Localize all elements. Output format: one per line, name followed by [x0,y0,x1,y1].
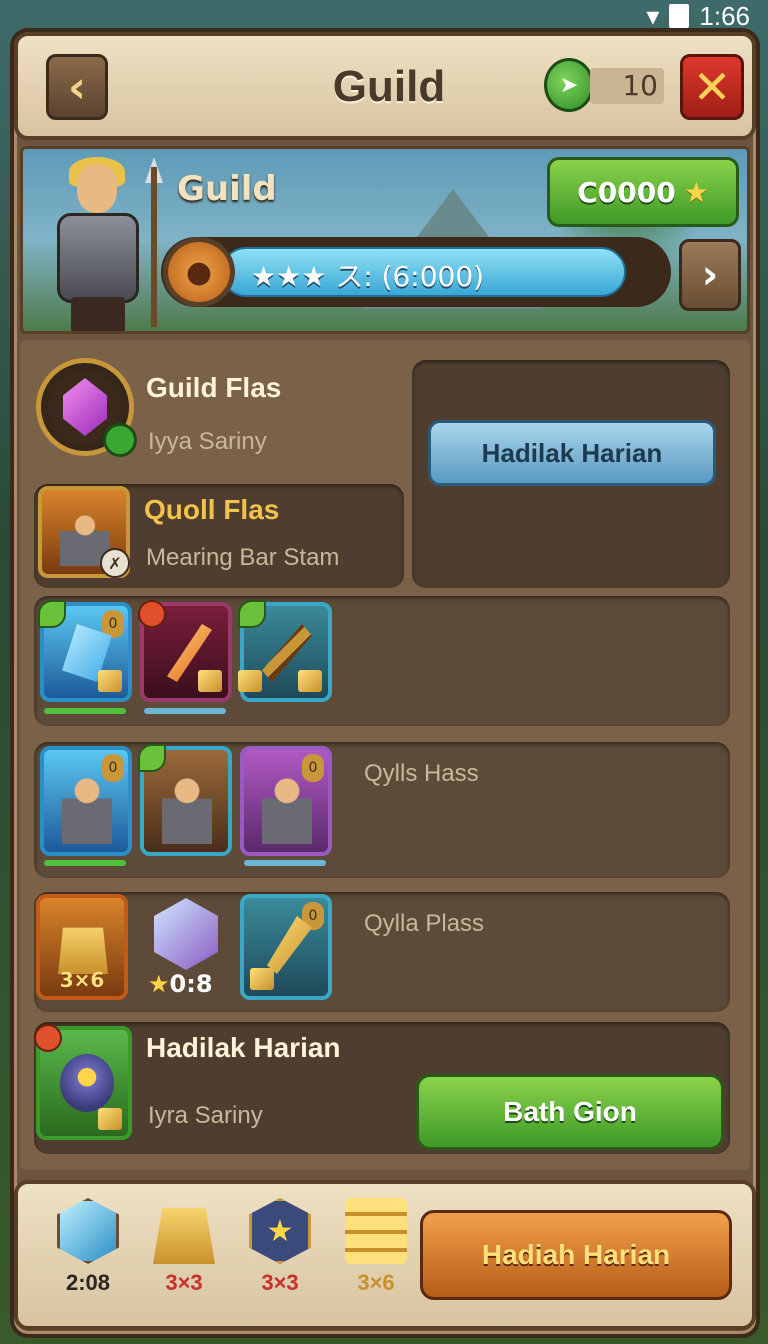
crystal-reward[interactable]: ★0:8 [148,898,224,998]
guild-gem-badge [36,358,137,457]
reward-crystal-label: 2:08 [65,1270,111,1295]
coin-amount: C0000 [577,175,676,209]
hero-card-knight[interactable]: 0 [40,746,132,856]
star-icon: ★ [683,175,709,209]
leaf-icon [238,600,266,628]
reward-crystal[interactable]: 2:08 [48,1198,128,1318]
crossed-swords-icon: ✗ [100,548,130,578]
guild-content: Guild Flas Iyya Sariny Hadilak Harian ✗ … [20,340,750,1170]
claim-daily-button[interactable]: Hadiah Harian [420,1210,732,1300]
member-row[interactable]: ✗ Quoll Flas Mearing Bar Stam [34,484,404,588]
item-row-2-label: Qylls Hass [364,760,479,787]
gold-bars-card[interactable]: 3×6 [36,894,128,1000]
guild-row-title: Guild Flas [146,372,282,403]
reward-gold-stack-label: 3×6 [357,1270,395,1295]
rainbow-crystal-icon [154,898,218,970]
leaf-icon [38,600,66,628]
gold-bars-qty: 3×6 [59,968,105,992]
star-icon: ★ [148,970,170,998]
reward-star-shield[interactable]: ★ 3×3 [240,1198,320,1318]
progress-label: ★★★ ス: (6:000) [251,260,485,293]
daily-panel: Hadilak Harian [412,360,730,588]
item-row-3-label: Qylla Plass [364,910,485,937]
ticket-counter[interactable]: ➤ 10 [544,58,664,112]
item-card-crystal[interactable]: 0 [38,600,132,702]
member-subtitle: Mearing Bar Stam [146,544,340,571]
close-button[interactable]: ✕ [680,54,744,120]
fire-icon [34,1024,62,1052]
quest-subtitle: Iyra Sariny [148,1102,263,1129]
gold-cube-icon [98,1108,122,1130]
close-icon: ✕ [692,60,732,114]
hero-portrait [33,157,163,331]
crystal-value: 0:8 [169,970,213,998]
coin-button[interactable]: C0000 ★ [547,157,739,227]
item-card-shard[interactable] [138,600,232,702]
guild-info-row: Guild Flas Iyya Sariny [34,358,414,468]
gold-cube-icon [98,670,122,692]
gold-bars-icon [58,927,108,974]
gold-cube-icon [250,968,274,990]
wifi-icon: ▾ [646,0,660,31]
hero-card-paladin[interactable]: 0 [240,746,332,856]
guild-row-subtitle: Iyya Sariny [148,428,267,455]
star-shield-icon: ★ [249,1198,311,1264]
gold-cube-icon [298,670,322,692]
ticket-count: 10 [590,68,664,104]
member-avatar: ✗ [38,486,130,578]
quest-action-button[interactable]: Bath Gion [416,1074,724,1150]
ticket-icon: ➤ [544,58,594,112]
guild-banner: Guild C0000 ★ ● ★★★ ス: (6:000) › [20,146,750,334]
scepter-card[interactable]: 0 [240,894,332,1000]
next-button[interactable]: › [679,239,741,311]
hero-card-warrior[interactable] [138,744,232,856]
item-row-2: 0 0 Qylls Hass [34,742,730,878]
guild-emblem-icon: ● [163,237,235,307]
reward-gold-bars-label: 3×3 [165,1270,203,1295]
fire-icon [138,600,166,628]
knight-portrait-icon [62,768,112,844]
reward-gold-stack[interactable]: 3×6 [336,1198,416,1318]
quest-row: Hadilak Harian Iyra Sariny Bath Gion [34,1022,730,1154]
gold-scepter-icon [267,916,312,974]
item-row-1: 0 [34,596,730,726]
blue-crystal-icon [57,1198,119,1264]
banner-guild-name: Guild [177,169,277,209]
reward-star-shield-label: 3×3 [261,1270,299,1295]
battery-icon [669,4,690,28]
chevron-right-icon: › [701,252,719,298]
warrior-portrait-icon [162,768,212,844]
reward-gold-bars[interactable]: 3×3 [144,1198,224,1318]
quest-title: Hadilak Harian [146,1032,341,1063]
item-card-chain[interactable] [238,600,332,702]
purple-gem-icon [63,378,107,436]
gold-cube-icon [198,670,222,692]
armor-emblem-icon [60,1054,114,1112]
daily-reward-button[interactable]: Hadilak Harian [428,420,716,486]
footer-rewards: 2:08 3×3 ★ 3×3 3×6 Hadiah Harian [14,1180,756,1330]
header-bar: ‹ Guild ➤ 10 ✕ [14,32,756,140]
quest-reward-card[interactable] [34,1024,132,1140]
leaf-badge-icon [103,423,137,457]
gold-bars-icon [153,1207,215,1264]
guild-progress-bar: ● ★★★ ス: (6:000) [161,237,671,307]
member-name: Quoll Flas [144,494,280,525]
paladin-portrait-icon [262,768,312,844]
gold-stack-icon [345,1198,407,1264]
clock-time: 1:66 [699,0,750,31]
gold-cube-icon [238,670,262,692]
item-row-3: 3×6 ★0:8 0 Qylla Plass [34,892,730,1012]
